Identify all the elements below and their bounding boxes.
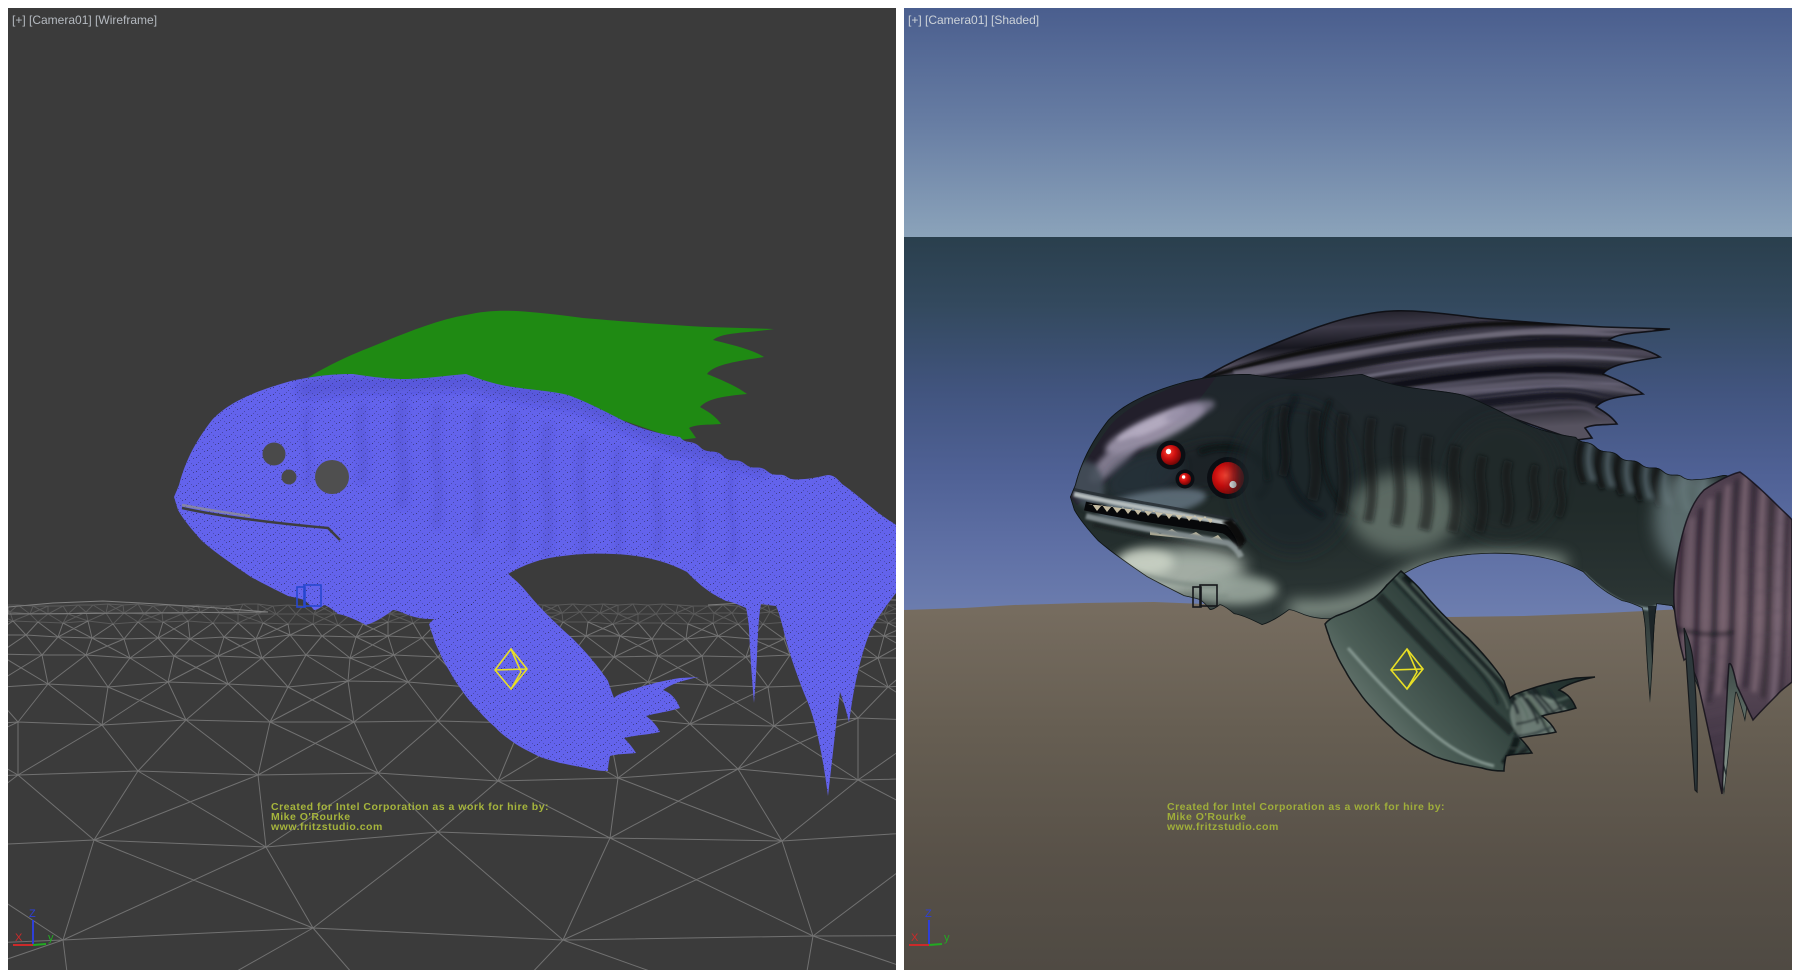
svg-text:X: X bbox=[911, 932, 919, 944]
svg-text:Z: Z bbox=[29, 908, 36, 920]
svg-text:Z: Z bbox=[925, 908, 932, 920]
svg-text:X: X bbox=[15, 932, 23, 944]
svg-text:y: y bbox=[944, 932, 950, 944]
svg-text:y: y bbox=[48, 932, 54, 944]
